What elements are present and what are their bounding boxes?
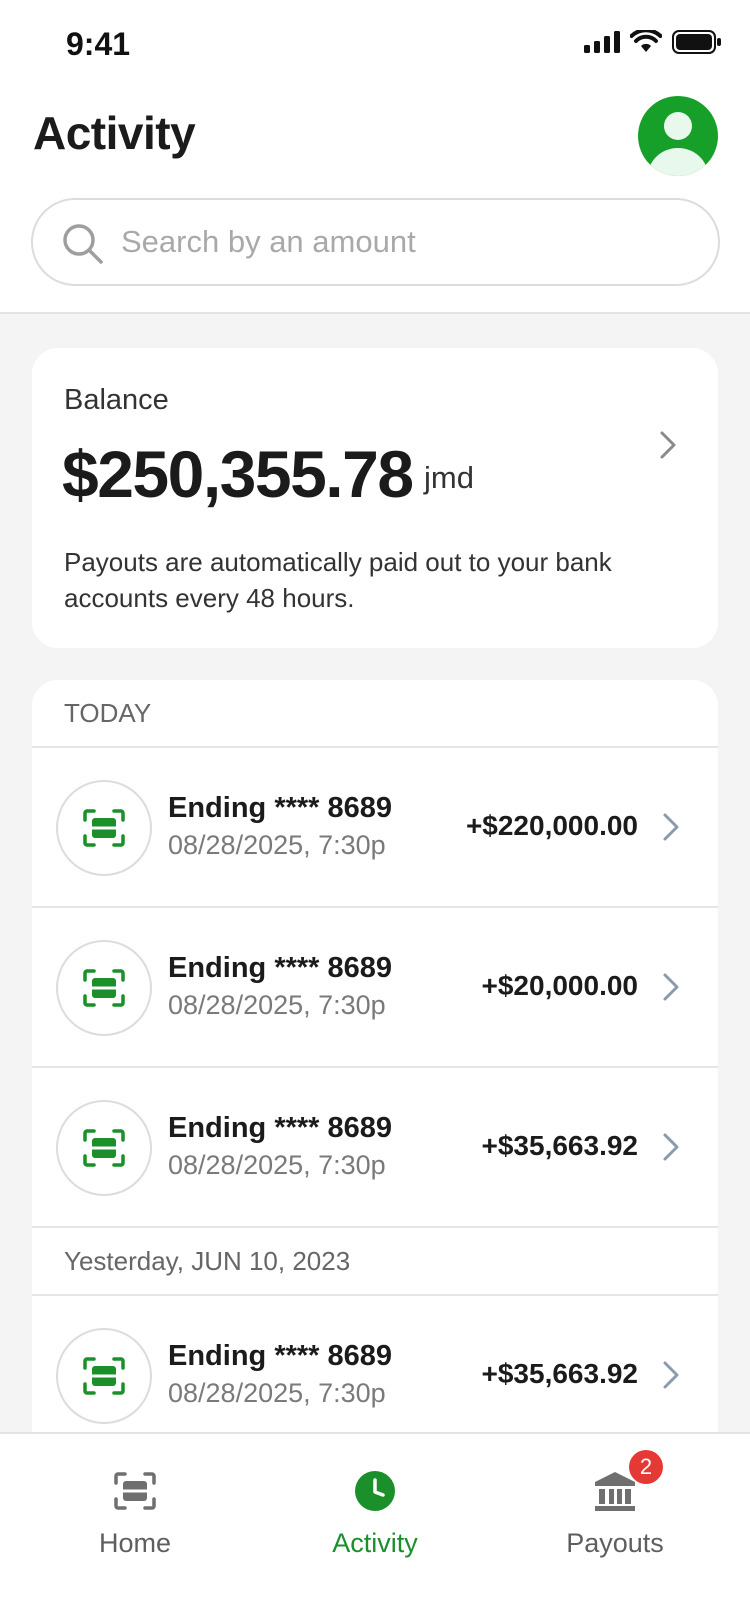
balance-label: Balance (64, 384, 169, 416)
transaction-row[interactable]: Ending **** 8689 08/28/2025, 7:30p +$35,… (32, 1068, 718, 1228)
section-header-yesterday: Yesterday, JUN 10, 2023 (32, 1228, 718, 1296)
tab-payouts[interactable]: 2 Payouts (495, 1434, 735, 1584)
tab-activity[interactable]: Activity (255, 1434, 495, 1584)
bank-icon (595, 1472, 635, 1511)
balance-currency: jmd (424, 460, 474, 495)
avatar[interactable] (638, 96, 718, 176)
transaction-date: 08/28/2025, 7:30p (168, 990, 386, 1020)
transaction-title: Ending **** 8689 (168, 1112, 393, 1144)
search-bar[interactable] (31, 198, 720, 286)
payout-note: Payouts are automatically paid out to yo… (64, 547, 612, 613)
scan-icon (83, 969, 125, 1007)
transaction-row[interactable]: Ending **** 8689 08/28/2025, 7:30p +$35,… (32, 1296, 718, 1440)
tab-label: Activity (332, 1528, 418, 1558)
transaction-title: Ending **** 8689 (168, 792, 393, 824)
scan-icon-circle (56, 1328, 152, 1424)
scan-icon (83, 1129, 125, 1167)
wifi-icon (630, 30, 662, 52)
transaction-amount: +$20,000.00 (481, 970, 639, 1001)
chevron-right-icon[interactable] (658, 430, 678, 460)
transaction-date: 08/28/2025, 7:30p (168, 830, 386, 860)
tab-label: Home (98, 1528, 172, 1558)
transaction-amount: +$35,663.92 (481, 1358, 639, 1389)
transaction-amount: +$220,000.00 (465, 810, 638, 841)
search-icon (63, 224, 103, 264)
scan-icon (114, 1472, 156, 1510)
status-time: 9:41 (66, 26, 131, 62)
transaction-amount: +$35,663.92 (481, 1130, 639, 1161)
page-title: Activity (33, 107, 196, 159)
clock-icon (355, 1471, 395, 1511)
tab-home[interactable]: Home (15, 1434, 255, 1584)
balance-amount: $250,355.78 (62, 437, 414, 511)
balance-card[interactable]: Balance $250,355.78 jmd Payouts are auto… (32, 348, 718, 648)
section-header-today: TODAY (32, 680, 718, 748)
scan-icon-circle (56, 1100, 152, 1196)
user-icon (648, 112, 708, 176)
signal-icon (584, 31, 620, 53)
activity-list: TODAY Ending **** 8689 08/28/2025, 7:30p… (32, 680, 718, 1440)
transaction-title: Ending **** 8689 (168, 1340, 393, 1372)
tab-bar: Home Activity 2 Payouts (0, 1432, 750, 1624)
search-input[interactable] (121, 216, 681, 268)
transaction-date: 08/28/2025, 7:30p (168, 1378, 386, 1408)
chevron-right-icon (663, 1133, 679, 1161)
chevron-right-icon (663, 973, 679, 1001)
transaction-date: 08/28/2025, 7:30p (168, 1150, 386, 1180)
transaction-row[interactable]: Ending **** 8689 08/28/2025, 7:30p +$20,… (32, 908, 718, 1068)
chevron-right-icon (663, 813, 679, 841)
scan-icon-circle (56, 940, 152, 1036)
header-area: 9:41 Activity (0, 0, 750, 314)
scan-icon (83, 809, 125, 847)
scan-icon-circle (56, 780, 152, 876)
transaction-title: Ending **** 8689 (168, 952, 393, 984)
notification-badge: 2 (629, 1450, 663, 1484)
transaction-row[interactable]: Ending **** 8689 08/28/2025, 7:30p +$220… (32, 748, 718, 908)
status-icons (584, 30, 722, 54)
tab-label: Payouts (566, 1528, 664, 1558)
battery-icon (672, 30, 721, 54)
chevron-right-icon (663, 1361, 679, 1389)
scan-icon (83, 1357, 125, 1395)
